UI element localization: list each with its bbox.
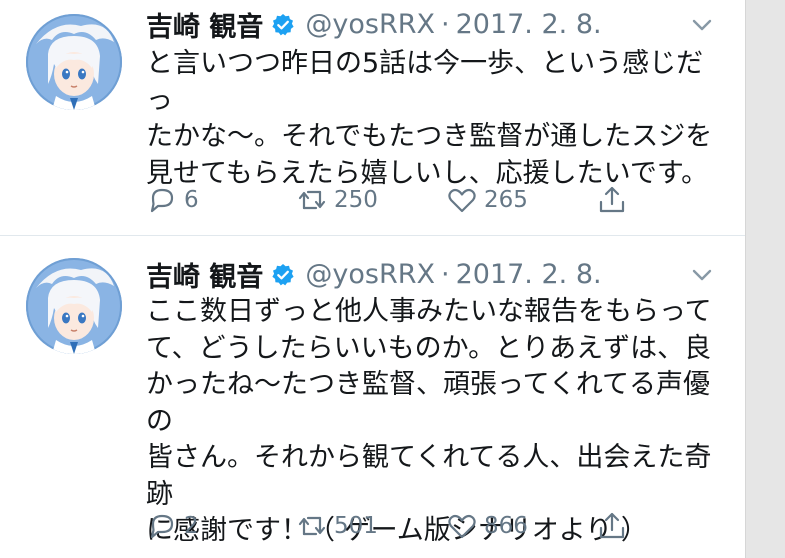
like-count: 866 bbox=[484, 513, 528, 539]
share-icon bbox=[596, 184, 628, 216]
tweet-header: 吉崎 観音 @yosRRX · 2017. 2. 8. bbox=[146, 4, 715, 44]
like-count: 265 bbox=[484, 187, 528, 213]
side-gutter bbox=[745, 0, 785, 558]
retweet-count: 501 bbox=[334, 513, 378, 539]
tweet-feed: 吉崎 観音 @yosRRX · 2017. 2. 8. と言いつつ昨日の5話は今… bbox=[0, 0, 745, 558]
like-icon bbox=[446, 184, 478, 216]
reply-button[interactable]: 6 bbox=[146, 182, 199, 218]
reply-count: 2 bbox=[184, 513, 199, 539]
user-handle[interactable]: @yosRRX bbox=[305, 9, 435, 40]
retweet-icon bbox=[296, 510, 328, 542]
verified-badge-icon bbox=[271, 263, 295, 287]
tweet-text: と言いつつ昨日の5話は今一歩、という感じだっ たかな～。それでもたつき監督が通し… bbox=[146, 48, 713, 189]
avatar[interactable] bbox=[26, 258, 122, 354]
retweet-icon bbox=[296, 184, 328, 216]
retweet-button[interactable]: 501 bbox=[296, 508, 378, 544]
chevron-down-icon[interactable] bbox=[689, 262, 715, 288]
like-button[interactable]: 265 bbox=[446, 182, 528, 218]
tweet[interactable]: 吉崎 観音 @yosRRX · 2017. 2. 8. ここ数日ずっと他人事みた… bbox=[0, 236, 745, 558]
reply-button[interactable]: 2 bbox=[146, 508, 199, 544]
avatar-image bbox=[26, 14, 122, 110]
like-icon bbox=[446, 510, 478, 542]
separator-dot: · bbox=[441, 8, 450, 40]
tweet-actions: 2 501 866 bbox=[146, 508, 646, 544]
tweet-actions: 6 250 265 bbox=[146, 182, 646, 218]
display-name[interactable]: 吉崎 観音 bbox=[146, 255, 263, 294]
reply-count: 6 bbox=[184, 187, 199, 213]
retweet-button[interactable]: 250 bbox=[296, 182, 378, 218]
share-button[interactable] bbox=[596, 182, 628, 218]
user-handle[interactable]: @yosRRX bbox=[305, 259, 435, 290]
retweet-count: 250 bbox=[334, 187, 378, 213]
display-name[interactable]: 吉崎 観音 bbox=[146, 5, 263, 44]
tweet-header: 吉崎 観音 @yosRRX · 2017. 2. 8. bbox=[146, 254, 715, 294]
like-button[interactable]: 866 bbox=[446, 508, 528, 544]
tweet-date[interactable]: 2017. 2. 8. bbox=[456, 9, 602, 40]
verified-badge-icon bbox=[271, 13, 295, 37]
avatar[interactable] bbox=[26, 14, 122, 110]
twitter-timeline-screen: 吉崎 観音 @yosRRX · 2017. 2. 8. と言いつつ昨日の5話は今… bbox=[0, 0, 785, 558]
separator-dot: · bbox=[441, 258, 450, 290]
share-icon bbox=[596, 510, 628, 542]
reply-icon bbox=[146, 510, 178, 542]
tweet-date[interactable]: 2017. 2. 8. bbox=[456, 259, 602, 290]
share-button[interactable] bbox=[596, 508, 628, 544]
avatar-image bbox=[26, 258, 122, 354]
tweet[interactable]: 吉崎 観音 @yosRRX · 2017. 2. 8. と言いつつ昨日の5話は今… bbox=[0, 0, 745, 236]
reply-icon bbox=[146, 184, 178, 216]
chevron-down-icon[interactable] bbox=[689, 12, 715, 38]
